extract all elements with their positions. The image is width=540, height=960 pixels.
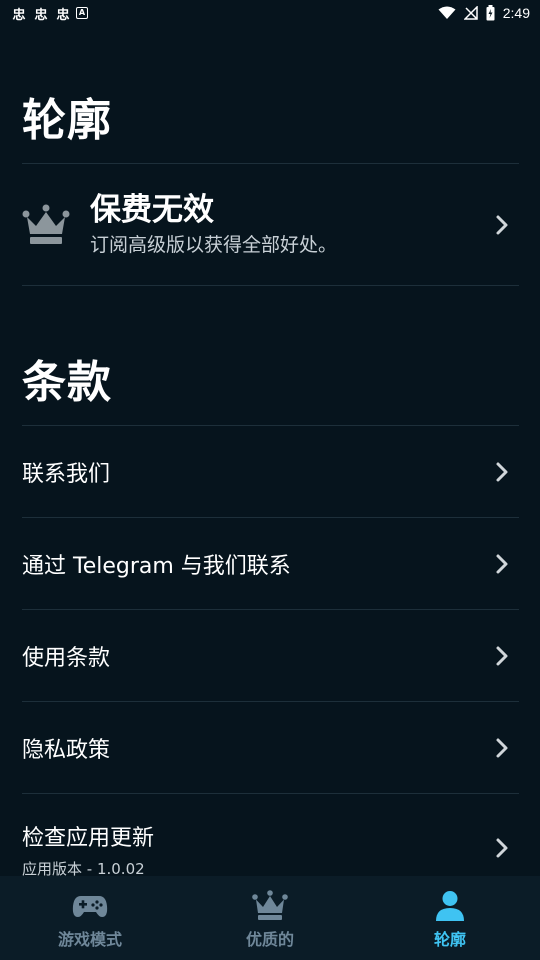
chevron-right-icon xyxy=(496,838,508,858)
chevron-right-icon xyxy=(496,554,508,574)
notification-icon: 忠 xyxy=(34,7,48,23)
nav-item-premium[interactable]: 优质的 xyxy=(180,876,360,960)
nav-label: 游戏模式 xyxy=(57,930,122,949)
menu-item-label: 检查应用更新 xyxy=(22,826,155,851)
nav-item-profile[interactable]: 轮廓 xyxy=(360,876,540,960)
chevron-right-icon xyxy=(496,646,508,666)
divider xyxy=(22,285,519,286)
divider xyxy=(22,793,519,794)
nav-item-game-modes[interactable]: 游戏模式 xyxy=(0,876,180,960)
premium-subtitle: 订阅高级版以获得全部好处。 xyxy=(90,234,338,256)
bottom-nav: 游戏模式 优质的 轮廓 xyxy=(0,876,540,960)
chevron-right-icon xyxy=(496,215,508,235)
menu-item-terms-of-use[interactable]: 使用条款 xyxy=(22,610,519,702)
page-title: 轮廓 xyxy=(22,95,112,146)
system-icons: 2:49 xyxy=(438,5,530,21)
premium-text: 保费无效 订阅高级版以获得全部好处。 xyxy=(90,192,519,257)
crown-icon xyxy=(252,890,288,920)
gamepad-icon xyxy=(72,896,108,917)
menu-item-label: 隐私政策 xyxy=(22,738,111,763)
section-title-terms: 条款 xyxy=(22,357,112,408)
premium-status-row[interactable]: 保费无效 订阅高级版以获得全部好处。 xyxy=(22,164,519,285)
chevron-right-icon xyxy=(496,738,508,758)
menu-item-check-update[interactable]: 检查应用更新 应用版本 - 1.0.02 xyxy=(22,800,519,878)
menu-item-label: 通过 Telegram 与我们联系 xyxy=(22,554,291,579)
menu-item-label: 使用条款 xyxy=(22,646,111,671)
chevron-right-icon xyxy=(496,462,508,482)
status-bar: 忠 忠 忠 A 2:49 xyxy=(0,0,540,26)
nav-label: 轮廓 xyxy=(433,930,466,949)
nav-label: 优质的 xyxy=(245,930,294,949)
wifi-icon xyxy=(438,6,456,19)
no-signal-icon xyxy=(463,6,478,20)
crown-icon xyxy=(22,204,70,244)
menu-item-privacy-policy[interactable]: 隐私政策 xyxy=(22,702,519,794)
notification-icon: 忠 xyxy=(56,7,70,23)
menu-item-contact-us[interactable]: 联系我们 xyxy=(22,426,519,518)
notification-icons: 忠 忠 忠 A xyxy=(10,4,88,23)
notification-icon: 忠 xyxy=(12,7,26,23)
user-icon xyxy=(436,891,464,921)
menu-item-telegram[interactable]: 通过 Telegram 与我们联系 xyxy=(22,518,519,610)
menu-item-label: 联系我们 xyxy=(22,462,111,487)
clock-time: 2:49 xyxy=(502,5,530,21)
battery-icon xyxy=(486,5,495,21)
a-notification-icon: A xyxy=(76,7,88,19)
premium-title: 保费无效 xyxy=(90,192,214,228)
